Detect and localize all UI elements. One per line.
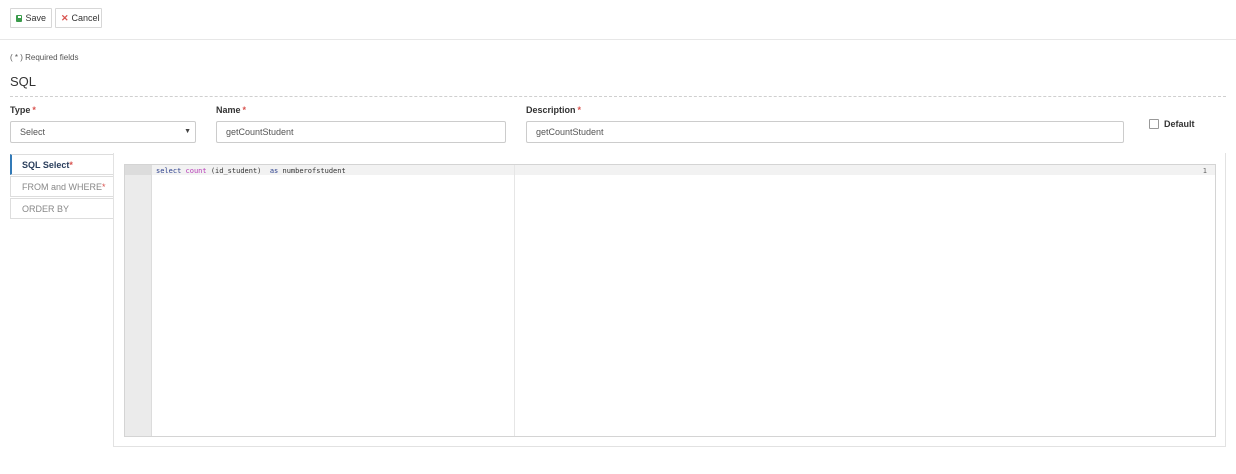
- code-line[interactable]: select count (id_student) as numberofstu…: [156, 167, 346, 175]
- cancel-button[interactable]: ✕ Cancel: [55, 8, 102, 28]
- type-label: Type *: [10, 105, 36, 115]
- tab-sql-select[interactable]: SQL Select *: [10, 154, 113, 175]
- save-button-label: Save: [25, 13, 46, 23]
- type-label-text: Type: [10, 105, 31, 115]
- required-asterisk: *: [69, 159, 73, 170]
- type-select[interactable]: Select ▼: [10, 121, 196, 143]
- name-input[interactable]: getCountStudent: [216, 121, 506, 143]
- sql-code-editor[interactable]: 1 select count (id_student) as numberofs…: [124, 164, 1216, 437]
- line-number: 1: [1202, 167, 1207, 175]
- section-title: SQL: [10, 74, 37, 89]
- name-label: Name *: [216, 105, 246, 115]
- save-button[interactable]: Save: [10, 8, 52, 28]
- gutter-active-line: [125, 165, 152, 175]
- sql-function-count: count: [185, 167, 207, 175]
- name-label-text: Name: [216, 105, 241, 115]
- tab-order-by-label: ORDER BY: [22, 203, 70, 214]
- section-divider: [10, 96, 1226, 97]
- sql-keyword-select: select: [156, 167, 182, 175]
- sql-alias: numberofstudent: [282, 167, 346, 175]
- description-input-value: getCountStudent: [536, 127, 604, 137]
- floppy-disk-icon: [16, 14, 23, 22]
- required-asterisk: *: [242, 105, 247, 115]
- required-asterisk: *: [102, 181, 106, 192]
- default-checkbox[interactable]: [1149, 119, 1159, 129]
- default-checkbox-group: Default: [1149, 119, 1195, 129]
- tab-from-and-where[interactable]: FROM and WHERE *: [10, 176, 113, 197]
- sql-args: (id_student): [210, 167, 262, 175]
- tab-sql-select-label: SQL Select: [22, 159, 70, 170]
- editor-print-margin: [514, 165, 515, 436]
- description-input[interactable]: getCountStudent: [526, 121, 1124, 143]
- description-label: Description *: [526, 105, 581, 115]
- type-select-value: Select: [20, 127, 46, 137]
- close-icon: ✕: [61, 12, 69, 23]
- tab-order-by[interactable]: ORDER BY: [10, 198, 113, 219]
- description-label-text: Description: [526, 105, 576, 115]
- required-asterisk: *: [577, 105, 582, 115]
- required-fields-note: ( * ) Required fields: [10, 53, 79, 62]
- name-input-value: getCountStudent: [226, 127, 294, 137]
- cancel-button-label: Cancel: [71, 13, 100, 23]
- sql-keyword-as: as: [269, 167, 279, 175]
- editor-gutter: [125, 165, 152, 436]
- caret-down-icon: ▼: [184, 128, 191, 135]
- default-label: Default: [1164, 119, 1195, 129]
- required-asterisk: *: [32, 105, 36, 115]
- sql-tabs: SQL Select * FROM and WHERE * ORDER BY: [10, 154, 113, 220]
- tab-from-and-where-label: FROM and WHERE: [22, 181, 103, 192]
- toolbar: Save ✕ Cancel: [0, 0, 1236, 40]
